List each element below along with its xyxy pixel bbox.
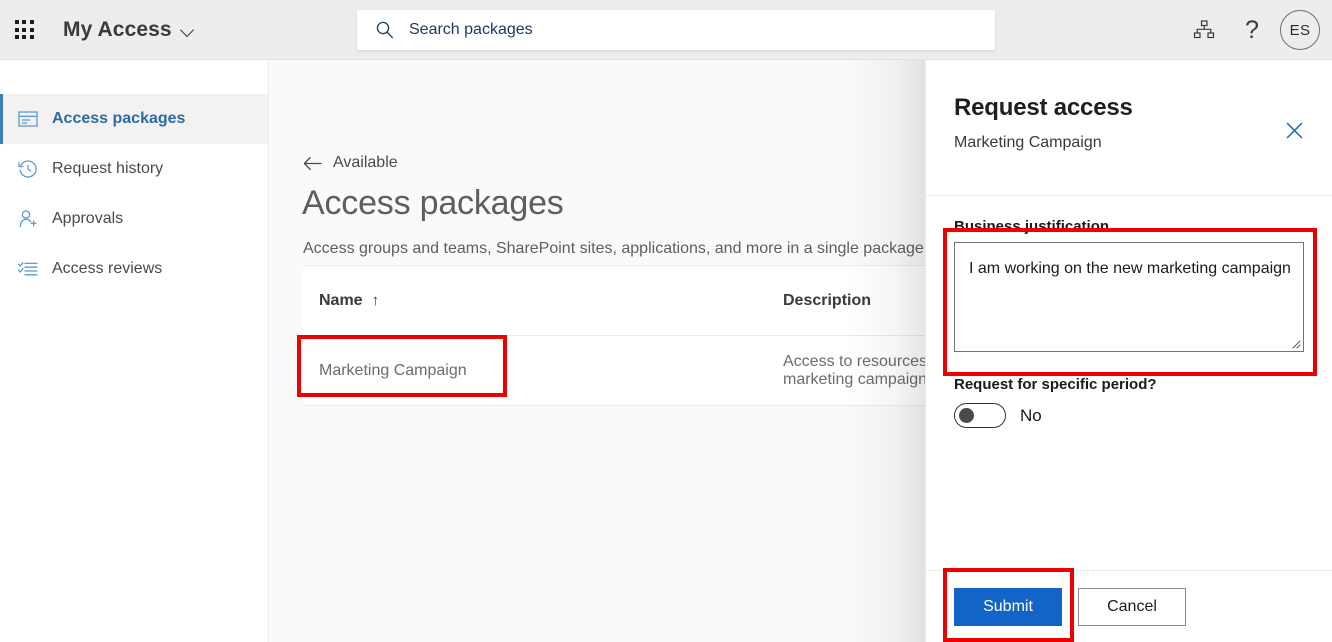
specific-period-label: Request for specific period? [954,376,1305,393]
search-box[interactable]: Search packages [357,10,995,50]
column-header-name[interactable]: Name ↑ [319,292,783,310]
column-header-name-label: Name [319,292,363,309]
app-launcher-button[interactable] [0,0,48,60]
sidebar-item-access-reviews[interactable]: Access reviews [0,244,268,294]
chevron-down-icon [181,25,194,38]
sidebar-item-access-packages[interactable]: Access packages [0,94,268,144]
close-icon [1286,122,1303,139]
app-header: My Access Search packages ? [0,0,1332,60]
person-add-icon [17,208,39,230]
cell-name: Marketing Campaign [319,362,783,380]
business-justification-label: Business justification [954,218,1305,235]
panel-subtitle: Marketing Campaign [954,134,1304,152]
search-icon [375,20,395,40]
cancel-button[interactable]: Cancel [1078,588,1186,626]
back-to-available-link[interactable]: Available [303,154,398,172]
sidebar-item-label: Access packages [52,110,185,128]
sidebar-item-label: Request history [52,160,163,178]
back-link-label: Available [333,154,398,172]
sidebar-item-label: Approvals [52,210,123,228]
sidebar-item-approvals[interactable]: Approvals [0,194,268,244]
specific-period-toggle[interactable] [954,403,1006,428]
table-row[interactable]: Marketing Campaign Access to resources f… [303,336,993,406]
table-header-row: Name ↑ Description [303,266,993,336]
panel-footer: Submit Cancel [926,570,1332,642]
business-justification-value: I am working on the new marketing campai… [955,243,1303,281]
app-launcher-grid-icon [15,20,34,39]
access-packages-table: Name ↑ Description Marketing Campaign Acc… [303,265,993,406]
header-actions: ? ES [1180,0,1332,60]
my-access-app: My Access Search packages ? [0,0,1332,642]
org-hierarchy-button[interactable] [1180,0,1228,60]
close-button[interactable] [1280,116,1308,144]
arrow-left-icon [303,156,322,171]
submit-button[interactable]: Submit [954,588,1062,626]
search-input[interactable]: Search packages [409,21,533,39]
request-access-panel: Request access Marketing Campaign Busine… [925,60,1332,642]
brand-title: My Access [63,18,172,42]
business-justification-input[interactable]: I am working on the new marketing campai… [954,242,1304,352]
resize-handle-icon[interactable] [1290,338,1301,349]
toggle-knob [959,408,974,423]
sidebar-item-request-history[interactable]: Request history [0,144,268,194]
panel-header: Request access Marketing Campaign [926,60,1332,152]
page-title: Access packages [302,184,564,223]
column-header-description-label: Description [783,292,871,309]
avatar-initials: ES [1290,22,1311,39]
org-hierarchy-icon [1193,19,1215,41]
package-icon [17,108,39,130]
specific-period-row: No [954,403,1305,428]
brand-menu[interactable]: My Access [63,0,194,60]
specific-period-value: No [1020,406,1042,426]
help-button[interactable]: ? [1228,0,1276,60]
panel-body: Business justification I am working on t… [926,196,1332,570]
sidebar-item-label: Access reviews [52,260,162,278]
clock-history-icon [17,158,39,180]
help-question-icon: ? [1245,18,1259,43]
checklist-icon [17,258,39,280]
avatar[interactable]: ES [1280,10,1320,50]
sidebar: Access packages Request history Approval… [0,60,269,642]
sort-ascending-icon: ↑ [372,292,380,309]
panel-title: Request access [954,94,1304,122]
